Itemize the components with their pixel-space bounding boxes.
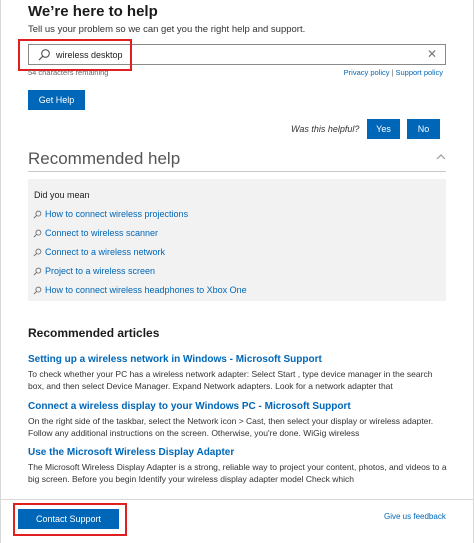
support-policy-link[interactable]: Support policy [395, 68, 443, 77]
suggestion-link[interactable]: How to connect wireless projections [33, 209, 188, 219]
page-title: We’re here to help [28, 3, 158, 20]
recommended-articles-heading: Recommended articles [28, 326, 160, 340]
search-icon [33, 229, 42, 237]
privacy-policy-link[interactable]: Privacy policy [344, 68, 390, 77]
section-divider [28, 171, 446, 172]
no-button[interactable]: No [407, 119, 440, 139]
suggestion-text[interactable]: Connect to a wireless network [45, 247, 165, 257]
close-icon[interactable]: ✕ [425, 47, 439, 61]
recommended-help-heading: Recommended help [28, 149, 181, 168]
page-subtitle: Tell us your problem so we can get you t… [28, 24, 306, 35]
get-help-button[interactable]: Get Help [28, 90, 85, 110]
suggestion-link[interactable]: Connect to a wireless network [33, 247, 165, 257]
suggestion-link[interactable]: Connect to wireless scanner [33, 228, 158, 238]
feedback-link[interactable]: Give us feedback [384, 512, 446, 521]
article-snippet: The Microsoft Wireless Display Adapter i… [28, 462, 447, 484]
article-snippet: On the right side of the taskbar, select… [28, 416, 434, 438]
article-link[interactable]: Connect a wireless display to your Windo… [28, 401, 351, 412]
search-icon [33, 248, 42, 256]
search-input[interactable] [56, 45, 416, 64]
search-icon [33, 286, 42, 294]
suggestion-text[interactable]: How to connect wireless headphones to Xb… [45, 285, 247, 295]
search-icon [38, 49, 50, 61]
suggestion-link[interactable]: Project to a wireless screen [33, 266, 155, 276]
article-link[interactable]: Setting up a wireless network in Windows… [28, 354, 322, 365]
did-you-mean-panel: Did you mean How to connect wireless pro… [28, 179, 446, 301]
footer-divider [1, 499, 474, 500]
page-frame: We’re here to help Tell us your problem … [0, 0, 474, 543]
suggestion-link[interactable]: How to connect wireless headphones to Xb… [33, 285, 247, 295]
suggestion-text[interactable]: How to connect wireless projections [45, 209, 188, 219]
character-count: 54 characters remaining [28, 68, 109, 77]
search-box[interactable]: ✕ [28, 44, 446, 65]
chevron-up-icon[interactable] [436, 152, 446, 162]
article-link[interactable]: Use the Microsoft Wireless Display Adapt… [28, 447, 234, 458]
search-icon [33, 267, 42, 275]
yes-button[interactable]: Yes [367, 119, 400, 139]
contact-support-button[interactable]: Contact Support [18, 509, 119, 529]
search-icon [33, 210, 42, 218]
suggestion-text[interactable]: Connect to wireless scanner [45, 228, 158, 238]
article-snippet: To check whether your PC has a wireless … [28, 369, 433, 391]
helpful-question: Was this helpful? [291, 124, 360, 134]
policy-links: Privacy policy | Support policy [344, 68, 443, 77]
suggestion-text[interactable]: Project to a wireless screen [45, 266, 155, 276]
did-you-mean-label: Did you mean [34, 190, 90, 200]
